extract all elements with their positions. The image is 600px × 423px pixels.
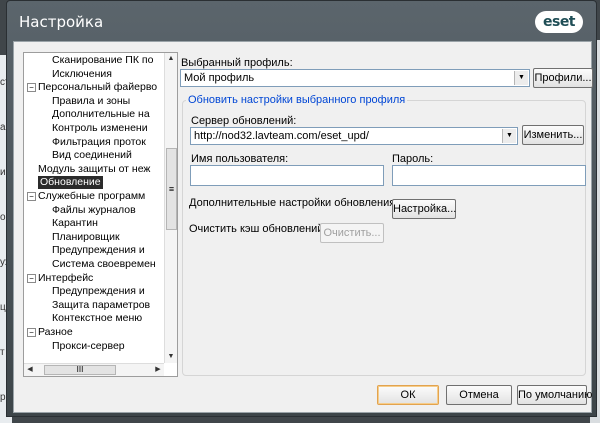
background-text-fragment: ц: [0, 302, 6, 313]
tree-item[interactable]: Интерфейс: [38, 272, 93, 285]
password-label: Пароль:: [392, 153, 434, 165]
server-label: Сервер обновлений:: [191, 115, 297, 127]
scroll-right-arrow-icon[interactable]: ▶: [153, 365, 163, 375]
tree-horizontal-scrollbar[interactable]: ◀ III ▶: [24, 363, 164, 376]
default-button[interactable]: По умолчанию: [517, 385, 592, 405]
tree-item[interactable]: Дополнительные на: [52, 108, 150, 121]
tree-item[interactable]: Разное: [38, 326, 73, 339]
background-text-fragment: т: [0, 347, 5, 358]
horizontal-scroll-thumb[interactable]: III: [44, 365, 116, 375]
vertical-scroll-thumb[interactable]: ≡: [166, 148, 177, 230]
scroll-left-arrow-icon[interactable]: ◀: [25, 365, 35, 375]
chevron-down-icon[interactable]: ▼: [514, 71, 528, 85]
username-label: Имя пользователя:: [191, 153, 289, 165]
profile-label: Выбранный профиль:: [181, 57, 293, 69]
tree-item[interactable]: Файлы журналов: [52, 204, 136, 217]
profile-select[interactable]: Мой профиль ▼: [180, 69, 530, 87]
tree-collapse-icon[interactable]: −: [27, 273, 36, 283]
tree-vertical-scrollbar[interactable]: ▲ ≡ ▼: [164, 53, 177, 363]
tree-item[interactable]: Фильтрация проток: [52, 136, 146, 149]
advanced-settings-label: Дополнительные настройки обновления:: [189, 197, 399, 209]
window-title: Настройка: [19, 13, 104, 31]
clear-cache-label: Очистить кэш обновлений:: [189, 223, 327, 235]
tree-item[interactable]: Модуль защиты от неж: [38, 163, 150, 176]
tree-collapse-icon[interactable]: −: [27, 192, 36, 201]
tree-item[interactable]: Прокси-сервер: [52, 340, 125, 353]
change-server-button[interactable]: Изменить...: [522, 125, 584, 145]
tree-item[interactable]: Обновление: [38, 176, 103, 190]
tree-item[interactable]: Система своевремен: [52, 258, 156, 271]
title-bar[interactable]: Настройка eset: [7, 1, 596, 41]
tree-items: Сканирование ПК по Исключения − Персональны…: [24, 53, 164, 363]
tree-item[interactable]: Защита параметров: [52, 299, 150, 312]
logo-text: eset: [542, 14, 576, 30]
tree-item[interactable]: Вид соединений: [52, 149, 132, 162]
tree-item[interactable]: Планировщик: [52, 231, 120, 244]
scroll-up-arrow-icon[interactable]: ▲: [166, 54, 176, 64]
tree-collapse-icon[interactable]: −: [27, 328, 36, 337]
username-input[interactable]: [190, 165, 384, 186]
server-select[interactable]: http://nod32.lavteam.com/eset_upd/ ▼: [190, 127, 518, 145]
advanced-settings-button[interactable]: Настройка...: [392, 199, 456, 219]
tree-item[interactable]: Карантин: [52, 217, 98, 230]
background-text-fragment: а: [0, 122, 6, 133]
tree-item[interactable]: Правила и зоны: [52, 95, 130, 108]
settings-window: Настройка eset Сканирование ПК по Исключе…: [6, 0, 597, 417]
password-input[interactable]: [392, 165, 586, 186]
profile-select-value: Мой профиль: [184, 72, 255, 84]
tree-item[interactable]: Предупреждения и: [52, 244, 145, 257]
eset-logo: eset: [535, 11, 583, 33]
profiles-button[interactable]: Профили...: [533, 68, 593, 88]
cancel-button[interactable]: Отмена: [446, 385, 512, 405]
group-title: Обновить настройки выбранного профиля: [186, 94, 408, 106]
tree-item[interactable]: Служебные программ: [38, 190, 145, 203]
ok-button[interactable]: ОК: [377, 385, 439, 405]
scroll-down-arrow-icon[interactable]: ▼: [166, 352, 176, 362]
server-select-value: http://nod32.lavteam.com/eset_upd/: [194, 130, 369, 142]
tree-item[interactable]: Сканирование ПК по: [52, 54, 153, 67]
chevron-down-icon[interactable]: ▼: [502, 129, 516, 143]
tree-item[interactable]: Предупреждения и: [52, 285, 145, 298]
tree-item[interactable]: Контроль изменени: [52, 122, 148, 135]
tree-item[interactable]: Исключения: [52, 68, 112, 81]
clear-cache-button[interactable]: Очистить...: [320, 223, 384, 243]
dialog-client: Сканирование ПК по Исключения − Персональны…: [13, 41, 593, 413]
settings-tree[interactable]: Сканирование ПК по Исключения − Персональны…: [23, 52, 178, 377]
tree-collapse-icon[interactable]: −: [27, 83, 36, 93]
tree-item[interactable]: Контекстное меню: [52, 312, 142, 325]
background-text-fragment: и: [0, 167, 6, 178]
tree-item[interactable]: Персональный файерво: [38, 81, 157, 94]
